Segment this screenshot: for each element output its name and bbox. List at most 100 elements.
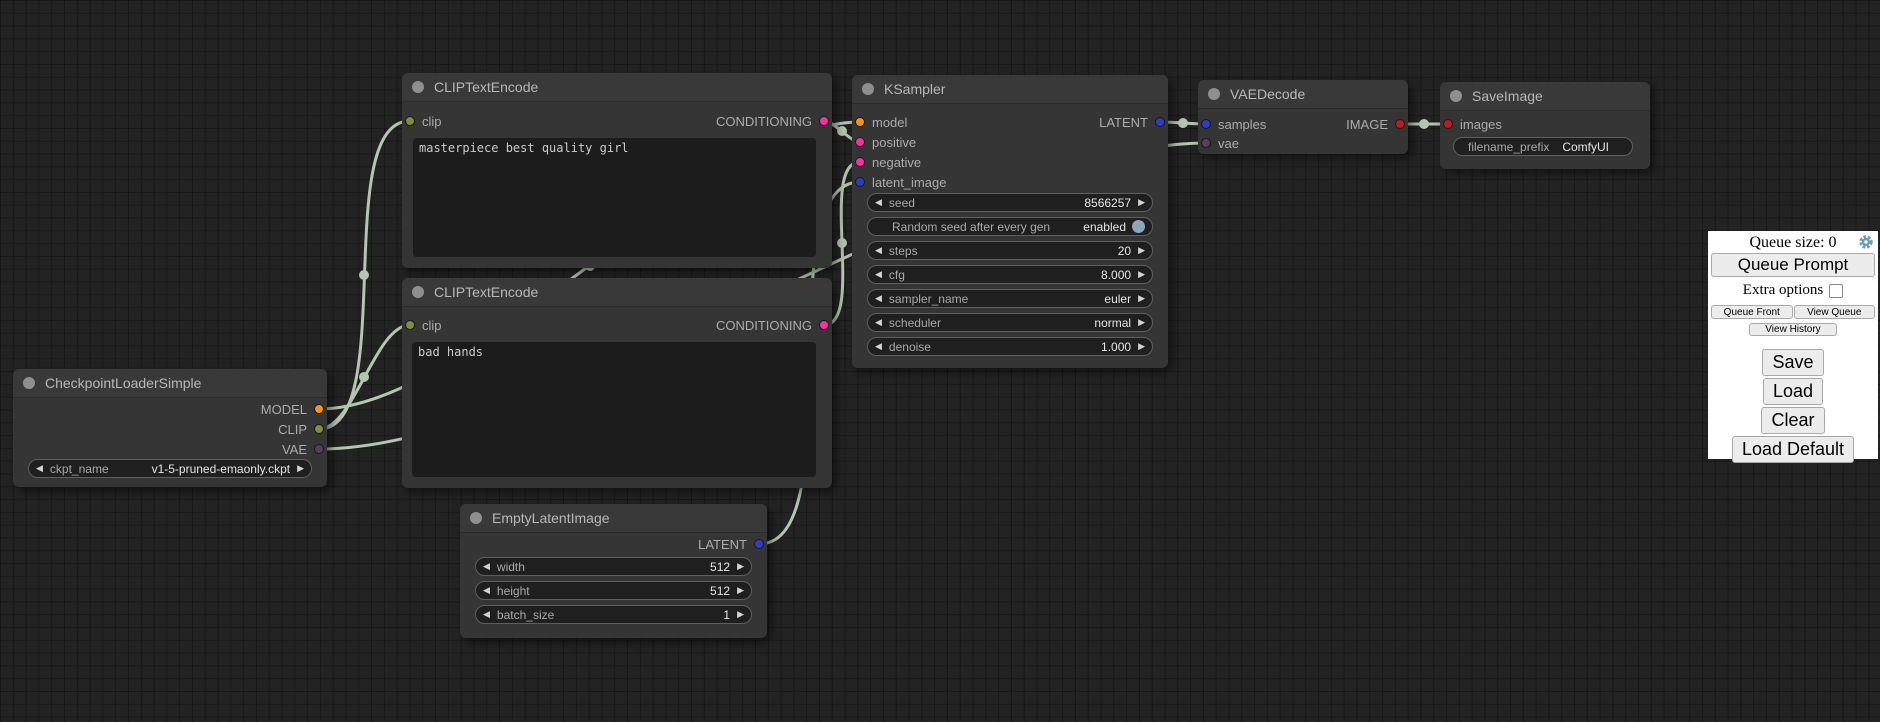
node-title: VAEDecode (1230, 86, 1305, 102)
slot-label: MODEL (261, 402, 307, 417)
widget-cfg[interactable]: ◀ cfg 8.000 ▶ (867, 265, 1153, 284)
widget-width[interactable]: ◀ width 512 ▶ (475, 557, 752, 576)
widget-batch-size[interactable]: ◀ batch_size 1 ▶ (475, 605, 752, 624)
queue-front-button[interactable]: Queue Front (1711, 305, 1793, 319)
decrement-arrow-icon[interactable]: ◀ (875, 289, 882, 308)
load-button[interactable]: Load (1763, 378, 1823, 405)
output-slot-clip: CLIP (278, 419, 324, 439)
input-dot-negative[interactable] (855, 157, 865, 167)
increment-arrow-icon[interactable]: ▶ (737, 605, 744, 624)
node-save-image[interactable]: SaveImage images filename_prefix ComfyUI (1440, 82, 1650, 169)
widget-label: sampler_name (889, 292, 968, 306)
node-collapse-dot[interactable] (1450, 90, 1462, 102)
slot-label: LATENT (698, 537, 747, 552)
decrement-arrow-icon[interactable]: ◀ (483, 557, 490, 576)
queue-menu-panel: Queue size: 0 Queue Prompt Extra options… (1708, 231, 1878, 459)
extra-options-checkbox[interactable] (1829, 284, 1843, 298)
node-collapse-dot[interactable] (23, 377, 35, 389)
node-vae-decode[interactable]: VAEDecode samples vae IMAGE (1198, 80, 1408, 154)
node-title: CLIPTextEncode (434, 79, 538, 95)
output-dot-conditioning[interactable] (819, 320, 829, 330)
node-collapse-dot[interactable] (412, 81, 424, 93)
slot-label: images (1460, 117, 1502, 132)
output-dot-clip[interactable] (314, 424, 324, 434)
queue-prompt-button[interactable]: Queue Prompt (1711, 253, 1875, 277)
input-dot-vae[interactable] (1201, 138, 1211, 148)
widget-steps[interactable]: ◀ steps 20 ▶ (867, 241, 1153, 260)
increment-arrow-icon[interactable]: ▶ (1138, 241, 1145, 260)
increment-arrow-icon[interactable]: ▶ (737, 557, 744, 576)
prompt-textarea[interactable]: bad hands (412, 342, 816, 477)
decrement-arrow-icon[interactable]: ◀ (483, 605, 490, 624)
node-clip-text-encode-negative[interactable]: CLIPTextEncode clip CONDITIONING bad han… (402, 278, 832, 488)
widget-label: height (497, 584, 530, 598)
link-midpoint-dot (1178, 118, 1188, 128)
widget-ckpt-name[interactable]: ◀ ckpt_name v1-5-pruned-emaonly.ckpt ▶ (28, 459, 312, 478)
input-dot-samples[interactable] (1201, 119, 1211, 129)
input-dot-clip[interactable] (405, 320, 415, 330)
slot-label: model (872, 115, 907, 130)
decrement-arrow-icon[interactable]: ◀ (875, 313, 882, 332)
decrement-arrow-icon[interactable]: ◀ (36, 459, 43, 478)
node-title: CLIPTextEncode (434, 284, 538, 300)
clear-button[interactable]: Clear (1761, 407, 1824, 434)
input-dot-latent-image[interactable] (855, 177, 865, 187)
widget-label: denoise (889, 340, 931, 354)
increment-arrow-icon[interactable]: ▶ (1138, 289, 1145, 308)
toggle-on-dot[interactable] (1132, 220, 1145, 233)
widget-filename-prefix[interactable]: filename_prefix ComfyUI (1453, 137, 1633, 156)
node-collapse-dot[interactable] (470, 512, 482, 524)
decrement-arrow-icon[interactable]: ◀ (875, 265, 882, 284)
node-clip-text-encode-positive[interactable]: CLIPTextEncode clip CONDITIONING masterp… (402, 73, 832, 268)
widget-seed[interactable]: ◀ seed 8566257 ▶ (867, 193, 1153, 212)
view-history-button[interactable]: View History (1749, 323, 1837, 336)
slot-label: samples (1218, 117, 1266, 132)
load-default-button[interactable]: Load Default (1732, 436, 1854, 463)
view-queue-button[interactable]: View Queue (1794, 305, 1876, 319)
output-slot-image: IMAGE (1346, 114, 1405, 134)
comfyui-canvas[interactable]: { "app": {"name": "ComfyUI node graph"},… (0, 0, 1880, 722)
input-dot-images[interactable] (1443, 119, 1453, 129)
output-dot-latent[interactable] (754, 539, 764, 549)
node-checkpoint-loader[interactable]: CheckpointLoaderSimple MODEL CLIP VAE ◀ … (13, 369, 327, 487)
input-dot-positive[interactable] (855, 137, 865, 147)
increment-arrow-icon[interactable]: ▶ (1138, 313, 1145, 332)
decrement-arrow-icon[interactable]: ◀ (875, 337, 882, 356)
widget-denoise[interactable]: ◀ denoise 1.000 ▶ (867, 337, 1153, 356)
increment-arrow-icon[interactable]: ▶ (1138, 337, 1145, 356)
output-dot-latent[interactable] (1155, 117, 1165, 127)
increment-arrow-icon[interactable]: ▶ (1138, 193, 1145, 212)
widget-sampler-name[interactable]: ◀ sampler_name euler ▶ (867, 289, 1153, 308)
input-slot-latent-image: latent_image (855, 172, 946, 192)
settings-gear-icon[interactable] (1858, 234, 1874, 250)
output-dot-conditioning[interactable] (819, 116, 829, 126)
input-slot-samples: samples (1201, 114, 1266, 134)
slot-label: clip (422, 318, 442, 333)
node-collapse-dot[interactable] (1208, 88, 1220, 100)
increment-arrow-icon[interactable]: ▶ (737, 581, 744, 600)
slot-label: VAE (282, 442, 307, 457)
decrement-arrow-icon[interactable]: ◀ (483, 581, 490, 600)
input-slot-positive: positive (855, 132, 916, 152)
widget-random-seed-toggle[interactable]: Random seed after every gen enabled (867, 217, 1153, 236)
output-dot-image[interactable] (1395, 119, 1405, 129)
increment-arrow-icon[interactable]: ▶ (1138, 265, 1145, 284)
node-empty-latent-image[interactable]: EmptyLatentImage LATENT ◀ width 512 ▶ ◀ … (460, 504, 767, 638)
widget-value: 512 (710, 584, 730, 598)
save-button[interactable]: Save (1762, 349, 1823, 376)
widget-label: steps (889, 244, 918, 258)
input-dot-model[interactable] (855, 117, 865, 127)
widget-height[interactable]: ◀ height 512 ▶ (475, 581, 752, 600)
prompt-textarea[interactable]: masterpiece best quality girl (413, 138, 816, 257)
decrement-arrow-icon[interactable]: ◀ (875, 241, 882, 260)
output-dot-vae[interactable] (314, 444, 324, 454)
widget-value: 1.000 (1101, 340, 1131, 354)
output-dot-model[interactable] (314, 404, 324, 414)
widget-scheduler[interactable]: ◀ scheduler normal ▶ (867, 313, 1153, 332)
increment-arrow-icon[interactable]: ▶ (297, 459, 304, 478)
decrement-arrow-icon[interactable]: ◀ (875, 193, 882, 212)
node-collapse-dot[interactable] (862, 83, 874, 95)
node-ksampler[interactable]: KSampler model positive negative latent_… (852, 75, 1168, 368)
input-dot-clip[interactable] (405, 116, 415, 126)
node-collapse-dot[interactable] (412, 286, 424, 298)
